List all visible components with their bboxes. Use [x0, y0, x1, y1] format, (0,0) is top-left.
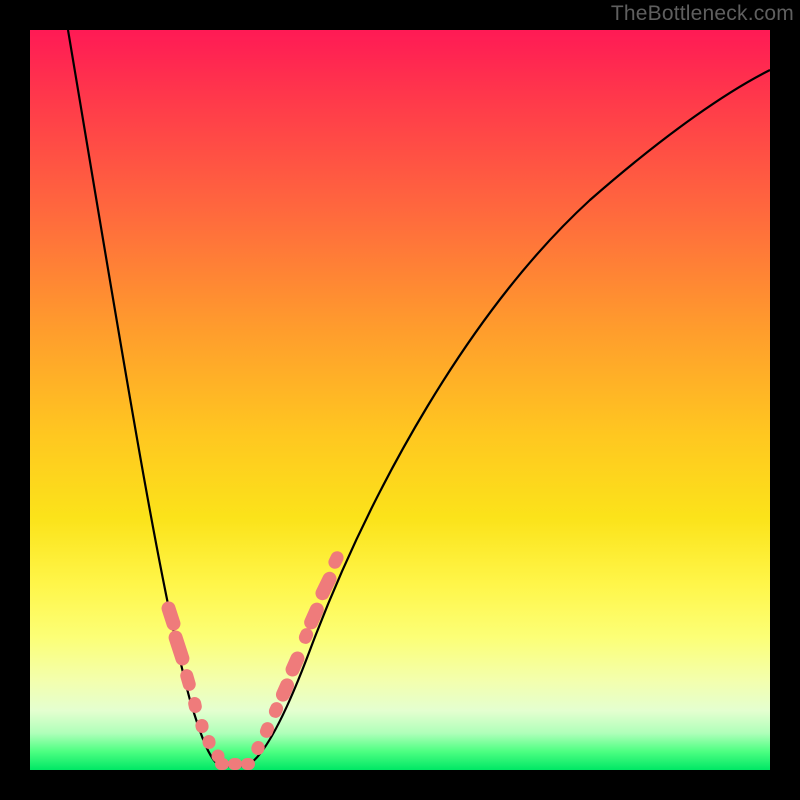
data-point — [202, 734, 217, 750]
chart-svg — [30, 30, 770, 770]
data-point — [160, 600, 183, 633]
data-point — [274, 676, 297, 704]
data-point — [215, 758, 229, 770]
data-point — [241, 758, 255, 770]
bottleneck-curve — [68, 30, 770, 766]
data-point — [228, 758, 242, 770]
data-point — [167, 629, 191, 668]
data-point-clusters — [160, 549, 346, 770]
data-point — [179, 668, 198, 693]
data-point — [283, 649, 306, 678]
watermark-text: TheBottleneck.com — [611, 2, 794, 26]
chart-frame: TheBottleneck.com — [0, 0, 800, 800]
data-point — [258, 720, 276, 740]
plot-area — [30, 30, 770, 770]
data-point — [249, 739, 266, 757]
